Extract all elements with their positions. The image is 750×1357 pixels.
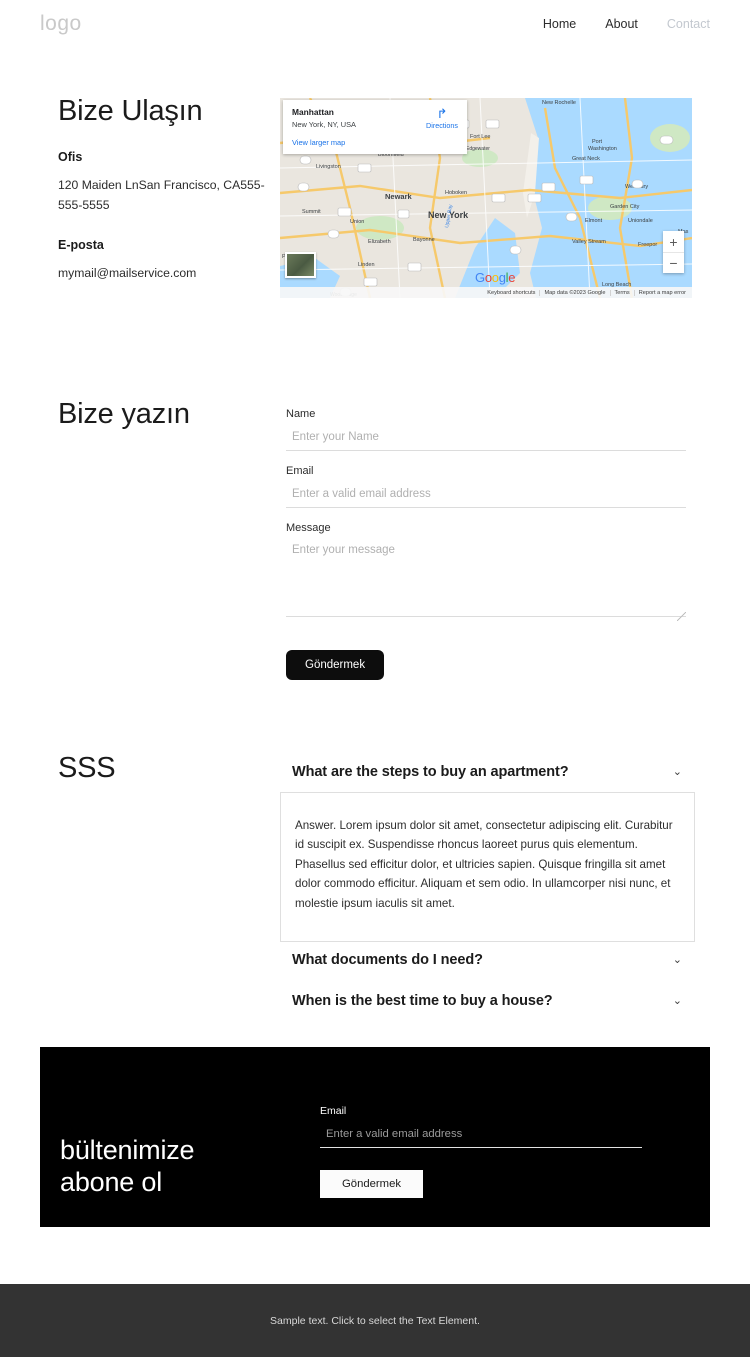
- map-directions-button[interactable]: ↱ Directions: [426, 107, 458, 130]
- name-field-group: Name: [286, 408, 686, 451]
- email-field-group: Email: [286, 465, 686, 508]
- faq-item-1-question: What are the steps to buy an apartment?: [292, 764, 569, 780]
- svg-text:Uniondale: Uniondale: [628, 218, 653, 224]
- site-logo[interactable]: logo: [40, 12, 82, 36]
- message-field-group: Message: [286, 522, 686, 622]
- view-larger-map-link[interactable]: View larger map: [292, 138, 458, 147]
- google-watermark: Google: [475, 270, 516, 285]
- svg-text:Bayonne: Bayonne: [413, 237, 435, 243]
- name-label: Name: [286, 408, 316, 420]
- name-input[interactable]: [286, 428, 686, 451]
- svg-text:Edgewater: Edgewater: [466, 146, 490, 152]
- svg-text:Washington: Washington: [588, 146, 617, 152]
- chevron-down-icon: ⌄: [672, 953, 682, 966]
- zoom-in-button[interactable]: +: [663, 231, 684, 252]
- textarea-resize-handle[interactable]: [677, 612, 686, 621]
- site-footer: Sample text. Click to select the Text El…: [0, 1284, 750, 1357]
- write-us-heading: Bize yazın: [58, 398, 190, 430]
- page-root: logo Home About Contact Bize Ulaşın Ofis…: [0, 0, 750, 1357]
- primary-nav: Home About Contact: [543, 17, 710, 31]
- faq-item-2-header[interactable]: What documents do I need? ⌄: [280, 946, 695, 974]
- svg-text:Linden: Linden: [358, 262, 375, 268]
- newsletter-heading: bültenimize abone ol: [60, 1135, 195, 1199]
- svg-text:Livingston: Livingston: [316, 164, 341, 170]
- newsletter-heading-line2: abone ol: [60, 1166, 162, 1197]
- nav-item-about[interactable]: About: [605, 17, 638, 31]
- zoom-out-button[interactable]: −: [663, 252, 684, 273]
- svg-text:Summit: Summit: [302, 209, 321, 215]
- keyboard-shortcuts-link[interactable]: Keyboard shortcuts: [483, 290, 539, 296]
- email-label: Email: [286, 465, 314, 477]
- map-attribution-bar: Keyboard shortcuts Map data ©2023 Google…: [280, 287, 692, 298]
- chevron-down-icon: ⌄: [672, 994, 682, 1007]
- map-zoom-controls: + −: [663, 231, 684, 273]
- svg-text:Port: Port: [592, 139, 603, 145]
- directions-label: Directions: [426, 121, 458, 130]
- message-label: Message: [286, 522, 331, 534]
- newsletter-heading-line1: bültenimize: [60, 1135, 195, 1165]
- google-map-embed[interactable]: Paterson New Rochelle Fort Lee Port Wash…: [280, 98, 692, 298]
- report-error-link[interactable]: Report a map error: [633, 289, 690, 296]
- faq-item-2-question: What documents do I need?: [292, 952, 483, 969]
- faq-item-3-question: When is the best time to buy a house?: [292, 993, 553, 1010]
- svg-text:Fort Lee: Fort Lee: [470, 134, 490, 140]
- faq-item-1-header[interactable]: What are the steps to buy an apartment? …: [280, 758, 695, 786]
- svg-text:Freepor: Freepor: [638, 242, 657, 248]
- svg-text:Elizabeth: Elizabeth: [368, 239, 391, 245]
- nav-item-contact[interactable]: Contact: [667, 17, 710, 31]
- contact-info-block: Bize Ulaşın Ofis 120 Maiden LnSan Franci…: [58, 95, 268, 284]
- svg-text:Newark: Newark: [385, 192, 413, 201]
- svg-text:Valley Stream: Valley Stream: [572, 239, 606, 245]
- send-message-button[interactable]: Göndermek: [286, 650, 385, 680]
- newsletter-form: Email Göndermek: [320, 1105, 650, 1198]
- contact-email: mymail@mailservice.com: [58, 265, 197, 280]
- office-label: Ofis: [58, 150, 83, 165]
- email-label: E-posta: [58, 237, 104, 252]
- faq-accordion: What are the steps to buy an apartment? …: [280, 758, 695, 1015]
- svg-text:Great Neck: Great Neck: [572, 156, 600, 162]
- map-data-credit: Map data ©2023 Google: [539, 289, 609, 296]
- svg-text:Elmont: Elmont: [585, 218, 603, 224]
- newsletter-section: bültenimize abone ol Email Göndermek: [40, 1047, 710, 1227]
- message-textarea[interactable]: [286, 541, 686, 617]
- svg-text:Garden City: Garden City: [610, 204, 640, 210]
- terms-link[interactable]: Terms: [609, 289, 634, 296]
- contact-form: Name Email Message Göndermek: [286, 408, 686, 680]
- site-header: logo Home About Contact: [0, 0, 750, 48]
- chevron-down-icon: ⌄: [672, 765, 682, 778]
- map-info-card: Manhattan New York, NY, USA View larger …: [283, 100, 467, 154]
- svg-text:Union: Union: [350, 219, 364, 225]
- map-satellite-thumbnail[interactable]: [285, 252, 316, 278]
- faq-heading: SSS: [58, 752, 116, 784]
- faq-item-1-answer: Answer. Lorem ipsum dolor sit amet, cons…: [295, 819, 673, 910]
- footer-sample-text[interactable]: Sample text. Click to select the Text El…: [270, 1315, 480, 1327]
- newsletter-submit-button[interactable]: Göndermek: [320, 1170, 424, 1198]
- newsletter-email-label: Email: [320, 1105, 347, 1117]
- faq-item-1-answer-panel: Answer. Lorem ipsum dolor sit amet, cons…: [280, 792, 695, 943]
- contact-heading: Bize Ulaşın: [58, 95, 203, 127]
- directions-arrow-icon: ↱: [436, 106, 448, 121]
- nav-item-home[interactable]: Home: [543, 17, 576, 31]
- svg-text:Hoboken: Hoboken: [445, 190, 467, 196]
- faq-item-3-header[interactable]: When is the best time to buy a house? ⌄: [280, 987, 695, 1015]
- newsletter-email-input[interactable]: [320, 1125, 642, 1148]
- office-address: 120 Maiden LnSan Francisco, CA555-555-55…: [58, 178, 265, 213]
- svg-text:New Rochelle: New Rochelle: [542, 100, 576, 106]
- email-input[interactable]: [286, 485, 686, 508]
